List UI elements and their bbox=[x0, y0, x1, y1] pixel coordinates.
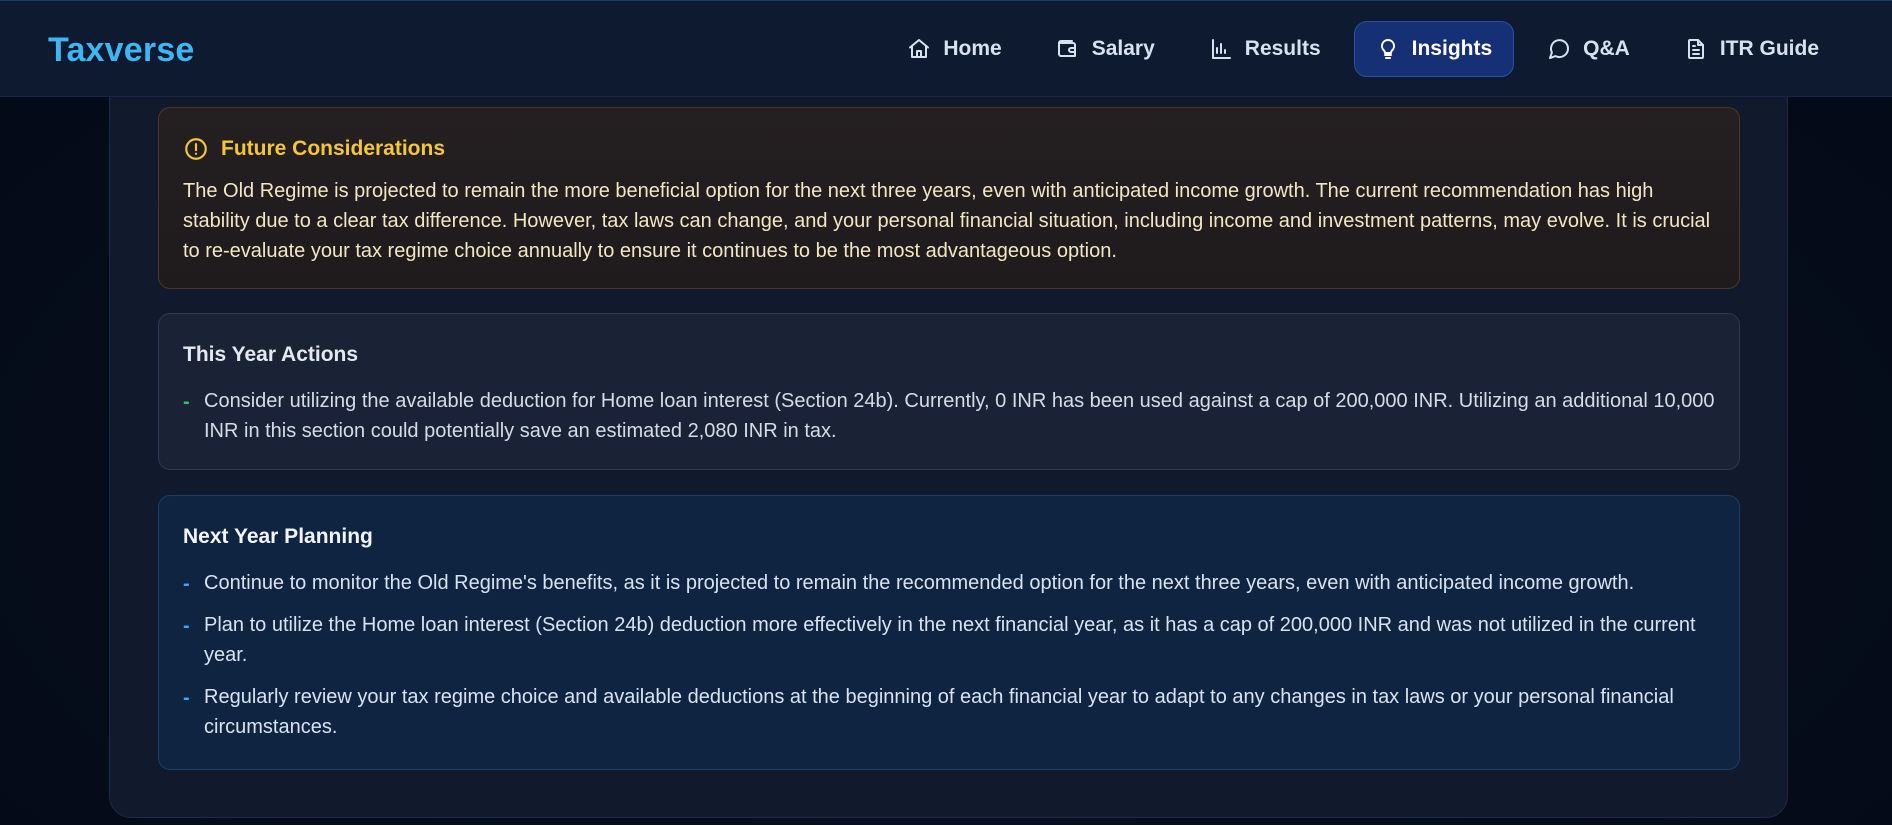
top-navigation-bar: Taxverse Home Salary Results Insights Q&… bbox=[0, 0, 1892, 97]
lightbulb-icon bbox=[1380, 38, 1395, 59]
nav-results[interactable]: Results bbox=[1188, 21, 1342, 77]
list-bullet: - bbox=[183, 615, 190, 637]
list-item: - Plan to utilize the Home loan interest… bbox=[183, 610, 1715, 670]
nav-salary[interactable]: Salary bbox=[1035, 21, 1176, 77]
this-year-actions-card: This Year Actions - Consider utilizing t… bbox=[158, 313, 1740, 470]
list-item-text: Plan to utilize the Home loan interest (… bbox=[204, 614, 1696, 666]
home-icon bbox=[909, 39, 930, 58]
this-year-actions-title: This Year Actions bbox=[183, 343, 359, 366]
list-item-text: Regularly review your tax regime choice … bbox=[204, 686, 1674, 738]
nav-home-label: Home bbox=[943, 37, 1002, 60]
nav-salary-label: Salary bbox=[1091, 37, 1155, 60]
nav-itr-guide-label: ITR Guide bbox=[1719, 37, 1819, 60]
list-item: - Continue to monitor the Old Regime's b… bbox=[183, 568, 1715, 598]
list-item: - Consider utilizing the available deduc… bbox=[183, 386, 1715, 446]
future-considerations-text: The Old Regime is projected to remain th… bbox=[183, 180, 1711, 262]
list-bullet: - bbox=[183, 573, 190, 595]
list-bullet: - bbox=[183, 391, 190, 413]
document-icon bbox=[1687, 39, 1704, 59]
main-nav: Home Salary Results Insights Q&A ITR Gui… bbox=[886, 21, 1840, 79]
nav-itr-guide[interactable]: ITR Guide bbox=[1663, 21, 1840, 77]
list-item: - Regularly review your tax regime choic… bbox=[183, 682, 1715, 742]
future-considerations-title: Future Considerations bbox=[221, 137, 446, 160]
next-year-planning-list: - Continue to monitor the Old Regime's b… bbox=[183, 568, 1715, 742]
next-year-planning-card: Next Year Planning - Continue to monitor… bbox=[158, 495, 1740, 770]
list-bullet: - bbox=[183, 687, 190, 709]
future-considerations-header: Future Considerations bbox=[183, 134, 1715, 164]
nav-qa[interactable]: Q&A bbox=[1526, 21, 1651, 77]
future-considerations-card: Future Considerations The Old Regime is … bbox=[158, 107, 1740, 289]
alert-circle-icon bbox=[185, 138, 207, 160]
nav-insights-label: Insights bbox=[1411, 37, 1493, 60]
nav-insights[interactable]: Insights bbox=[1353, 21, 1515, 77]
bar-chart-icon bbox=[1211, 39, 1231, 59]
nav-qa-label: Q&A bbox=[1583, 37, 1630, 60]
brand-logo[interactable]: Taxverse bbox=[48, 31, 195, 70]
list-item-text: Consider utilizing the available deducti… bbox=[204, 390, 1715, 442]
nav-results-label: Results bbox=[1244, 37, 1321, 60]
nav-home[interactable]: Home bbox=[886, 21, 1022, 77]
chat-bubble-icon bbox=[1549, 39, 1570, 59]
next-year-planning-title: Next Year Planning bbox=[183, 525, 373, 548]
this-year-actions-list: - Consider utilizing the available deduc… bbox=[183, 386, 1715, 446]
list-item-text: Continue to monitor the Old Regime's ben… bbox=[204, 572, 1635, 594]
wallet-icon bbox=[1057, 40, 1076, 57]
